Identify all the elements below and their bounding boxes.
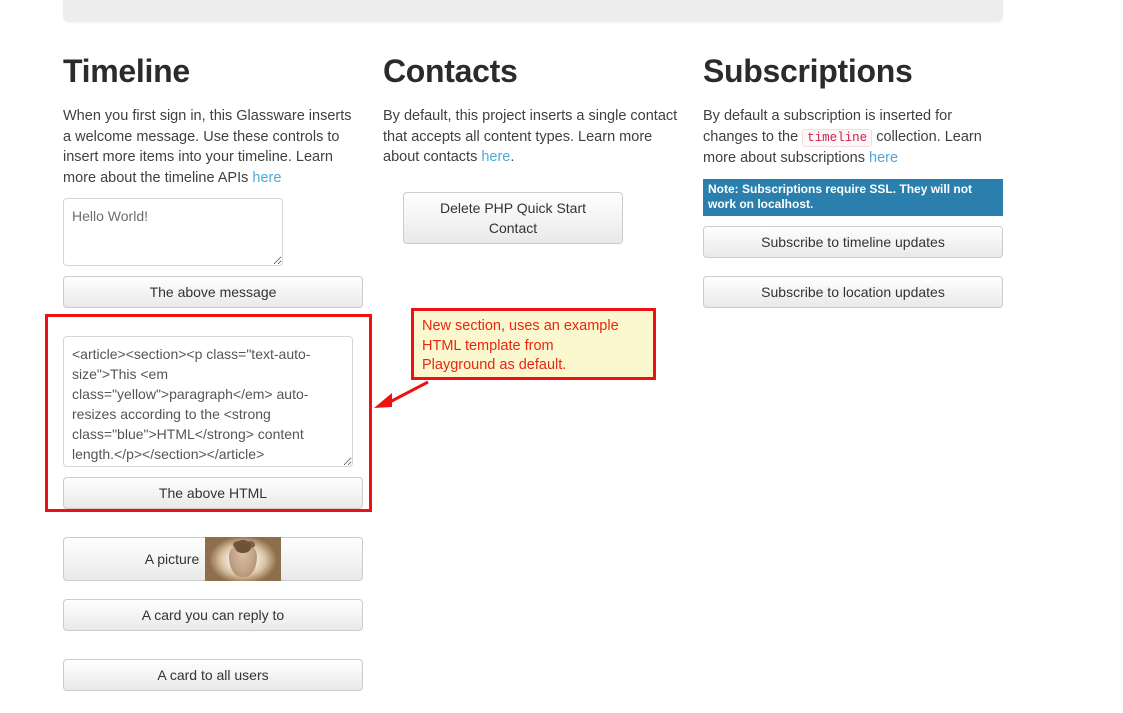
subscriptions-heading: Subscriptions: [703, 53, 913, 89]
contacts-description-text: By default, this project inserts a singl…: [383, 108, 678, 165]
timeline-description-text: When you first sign in, this Glassware i…: [63, 108, 352, 186]
timeline-heading: Timeline: [63, 53, 190, 89]
subscribe-timeline-updates-button[interactable]: Subscribe to timeline updates: [703, 225, 1003, 258]
cat-photo-thumbnail: [205, 537, 282, 581]
insert-reply-card-button[interactable]: A card you can reply to: [63, 599, 363, 631]
subscriptions-here-link[interactable]: here: [869, 150, 898, 166]
contacts-here-link[interactable]: here: [481, 149, 510, 165]
insert-above-html-button[interactable]: The above HTML: [63, 477, 363, 509]
timeline-html-textarea[interactable]: [63, 336, 353, 467]
annotation-callout-text: New section, uses an example HTML templa…: [422, 318, 619, 373]
timeline-api-here-link[interactable]: here: [252, 170, 281, 186]
insert-picture-label: A picture: [144, 551, 200, 567]
insert-above-message-button[interactable]: The above message: [63, 276, 363, 308]
contacts-heading: Contacts: [383, 53, 518, 89]
subscriptions-column: Subscriptions By default a subscription …: [703, 52, 1003, 308]
timeline-description: When you first sign in, this Glassware i…: [63, 106, 363, 188]
insert-picture-button[interactable]: A picture: [63, 537, 363, 581]
contacts-column: Contacts By default, this project insert…: [383, 52, 683, 244]
subscriptions-description: By default a subscription is inserted fo…: [703, 106, 1003, 169]
subscribe-location-updates-button[interactable]: Subscribe to location updates: [703, 275, 1003, 308]
annotation-arrow-icon: [374, 380, 429, 408]
timeline-column: Timeline When you first sign in, this Gl…: [63, 52, 363, 691]
ssl-note-badge: Note: Subscriptions require SSL. They wi…: [703, 178, 1003, 216]
top-navbar-panel: [63, 0, 1003, 22]
delete-quick-start-contact-button[interactable]: Delete PHP Quick Start Contact: [403, 191, 623, 244]
contacts-description-tail: .: [510, 149, 515, 165]
timeline-message-textarea[interactable]: [63, 198, 283, 266]
contacts-description: By default, this project inserts a singl…: [383, 106, 683, 168]
annotation-callout-box: New section, uses an example HTML templa…: [411, 308, 656, 380]
timeline-collection-code: timeline: [802, 128, 873, 147]
insert-all-users-card-button[interactable]: A card to all users: [63, 659, 363, 691]
